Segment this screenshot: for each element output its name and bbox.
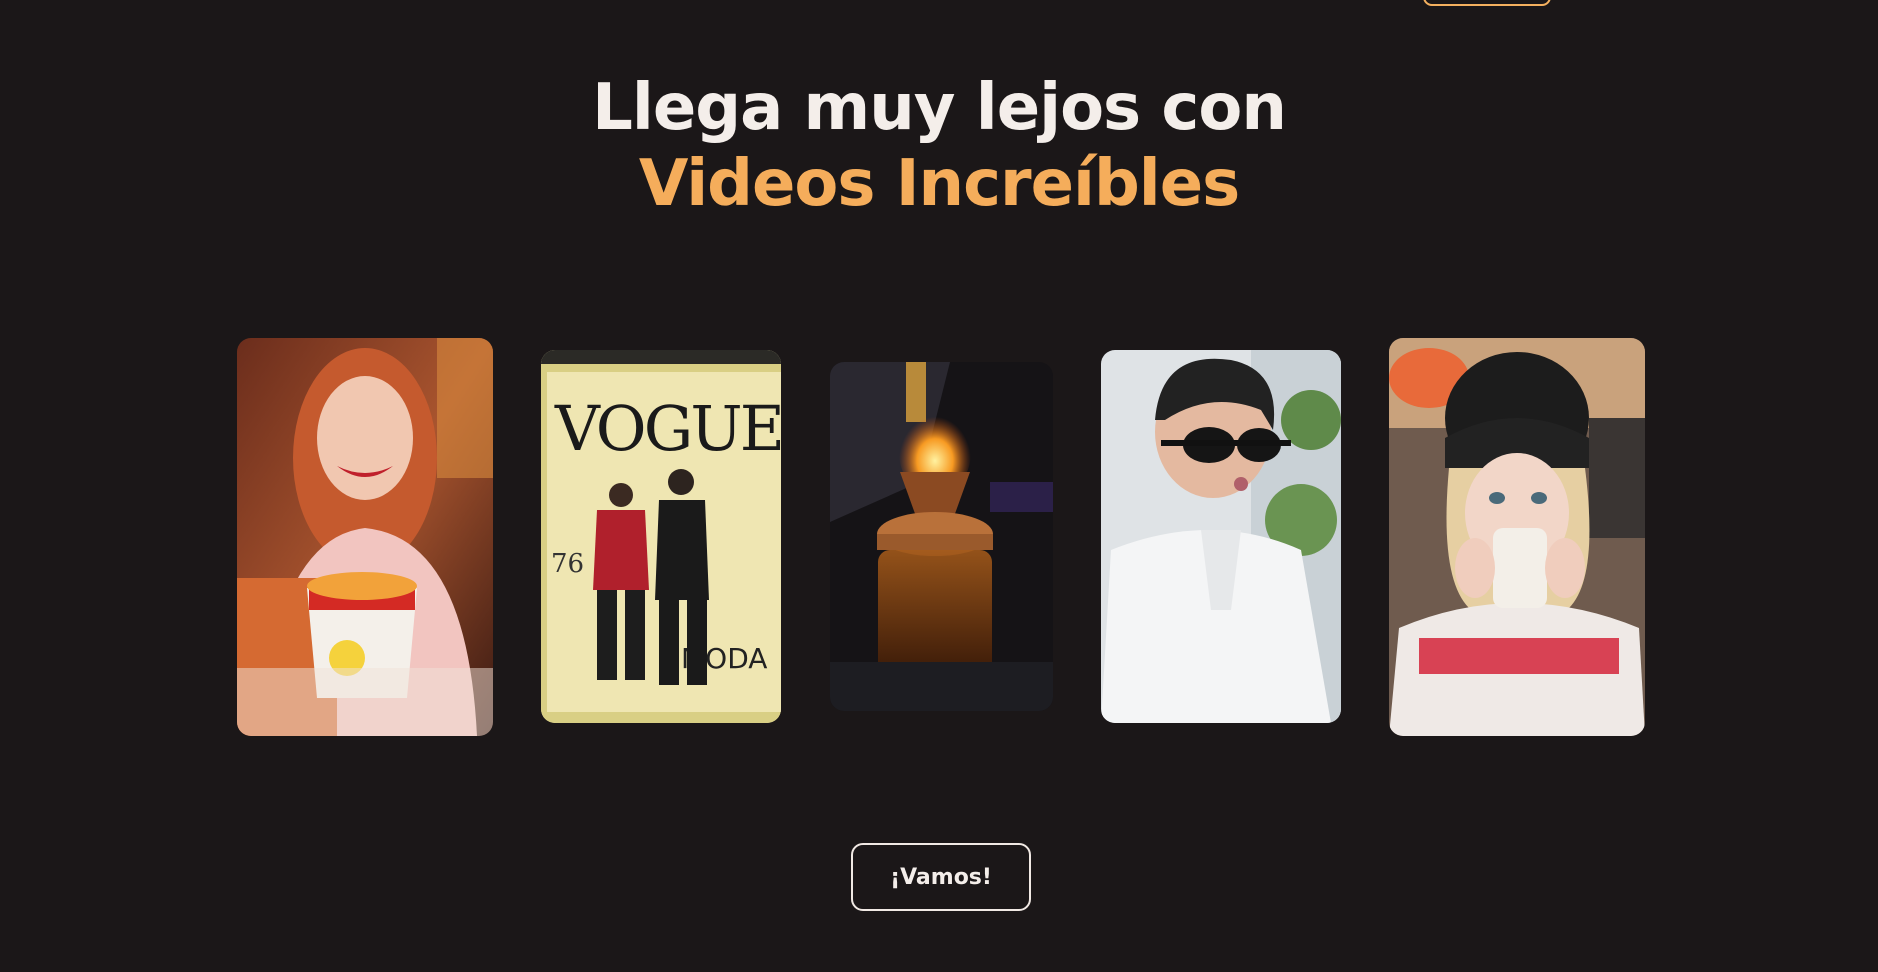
video-thumbnail — [237, 338, 493, 736]
header-button-partial[interactable] — [1423, 0, 1551, 6]
video-card-sunglasses-man[interactable] — [1101, 350, 1341, 723]
video-card-beanie-woman[interactable] — [1389, 338, 1645, 736]
cover-title: VOGUE — [554, 392, 781, 465]
cover-number: 76 — [551, 549, 584, 579]
cta-vamos-button[interactable]: ¡Vamos! — [851, 843, 1031, 911]
video-card-vogue-cover[interactable]: VOGUE 76 MODA — [541, 350, 781, 723]
hero-title: Llega muy lejos con Videos Increíbles — [0, 70, 1878, 222]
landing-section: Llega muy lejos con Videos Increíbles VO… — [0, 0, 1878, 972]
video-card-smoked-cocktail[interactable] — [830, 362, 1053, 711]
video-thumbnail — [1101, 350, 1341, 723]
hero-title-line-2-accent: Videos Increíbles — [638, 147, 1240, 221]
video-thumbnail: VOGUE 76 MODA — [541, 350, 781, 723]
video-thumbnail — [830, 362, 1053, 711]
video-card-ice-cream[interactable] — [237, 338, 493, 736]
video-thumbnail — [1389, 338, 1645, 736]
hero-title-line-1: Llega muy lejos con — [592, 71, 1287, 145]
